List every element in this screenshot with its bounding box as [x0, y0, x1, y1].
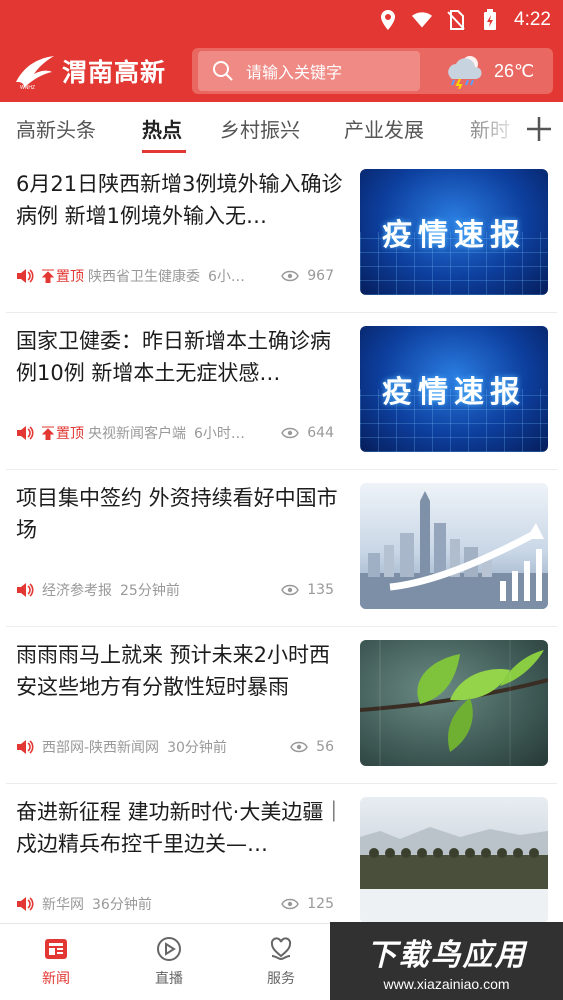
- news-time: 6小时…: [194, 426, 245, 442]
- news-time: 30分钟前: [167, 740, 227, 756]
- view-count-value: 125: [307, 896, 334, 912]
- status-time: 4:22: [514, 9, 551, 30]
- news-meta: 经济参考报 25分钟前 135: [16, 580, 346, 600]
- speaker-icon[interactable]: [16, 896, 34, 912]
- nav-service[interactable]: 服务: [241, 936, 321, 988]
- app-logo[interactable]: WNHZ 渭南高新: [14, 50, 166, 92]
- soldiers-image: [360, 827, 548, 923]
- news-thumbnail[interactable]: 疫情速报: [360, 169, 548, 295]
- thunderstorm-cloud-icon: [448, 56, 482, 89]
- play-circle-icon: [157, 937, 181, 961]
- news-title: 项目集中签约 外资持续看好中国市场: [16, 486, 338, 542]
- tab-headlines[interactable]: 高新头条: [16, 114, 96, 143]
- news-meta: 置顶 央视新闻客户端 6小时… 644: [16, 423, 346, 443]
- status-bar: 4:22: [0, 0, 563, 40]
- svg-text:WNHZ: WNHZ: [20, 85, 35, 90]
- speaker-icon[interactable]: [16, 425, 34, 441]
- news-item[interactable]: 国家卫健委：昨日新增本土确诊病例10例 新增本土无症状感… 置顶 央视新闻客户端…: [6, 313, 557, 470]
- nav-live-label: 直播: [155, 971, 183, 987]
- news-source: 陕西省卫生健康委: [88, 269, 200, 285]
- battery-charging-icon: [484, 9, 497, 30]
- news-time: 36分钟前: [92, 897, 152, 913]
- speaker-icon[interactable]: [16, 268, 34, 284]
- app-header: WNHZ 渭南高新 请输入关键字 26℃: [0, 40, 563, 102]
- eye-icon: [281, 584, 300, 596]
- news-meta: 置顶 陕西省卫生健康委 6小… 967: [16, 266, 346, 286]
- search-icon: [213, 61, 233, 81]
- thumbnail-caption: 疫情速报: [382, 218, 526, 253]
- pinned-label: 置顶: [56, 426, 84, 442]
- search-input[interactable]: 请输入关键字: [198, 51, 420, 91]
- news-source: 经济参考报: [42, 583, 112, 599]
- watermark-title: 下载鸟应用: [366, 938, 527, 973]
- watermark-url: www.xiazainiao.com: [383, 976, 510, 992]
- tab-industry[interactable]: 产业发展: [344, 114, 424, 143]
- view-count-value: 967: [307, 268, 334, 284]
- news-item[interactable]: 奋进新征程 建功新时代·大美边疆｜戍边精兵布控千里边关—… 新华网 36分钟前 …: [6, 784, 557, 941]
- pinned-label: 置顶: [56, 269, 84, 285]
- nav-service-label: 服务: [267, 971, 295, 987]
- eye-icon: [290, 741, 308, 753]
- news-time: 6小…: [208, 269, 245, 285]
- news-item[interactable]: 雨雨雨马上就来 预计未来2小时西安这些地方有分散性短时暴雨 西部网-陕西新闻网 …: [6, 627, 557, 784]
- view-count: 125: [275, 896, 334, 912]
- heart-hand-icon: [270, 937, 292, 961]
- view-count: 967: [275, 268, 334, 284]
- tab-hot[interactable]: 热点: [142, 114, 182, 143]
- news-thumbnail[interactable]: 疫情速报: [360, 326, 548, 452]
- search-placeholder: 请输入关键字: [246, 63, 343, 82]
- logo-bird-icon: WNHZ: [16, 56, 54, 90]
- pin-arrow-icon: [42, 426, 54, 440]
- eye-icon: [281, 427, 300, 439]
- no-sim-icon: [447, 10, 465, 30]
- eye-icon: [281, 270, 300, 282]
- add-tab-icon[interactable]: [524, 114, 554, 144]
- leaf-branch-image: [360, 640, 548, 766]
- tab-fade: [452, 102, 522, 156]
- news-thumbnail[interactable]: [360, 640, 548, 766]
- news-item[interactable]: 6月21日陕西新增3例境外输入确诊病例 新增1例境外输入无… 置顶 陕西省卫生健…: [6, 156, 557, 313]
- active-tab-indicator: [142, 150, 186, 153]
- nav-news[interactable]: 新闻: [16, 936, 96, 988]
- news-thumbnail[interactable]: [360, 797, 548, 923]
- app-name: 渭南高新: [62, 58, 167, 87]
- pinned-badge: 置顶: [42, 423, 84, 443]
- view-count-value: 56: [316, 739, 334, 755]
- location-icon: [381, 10, 396, 30]
- weather-temperature: 26℃: [494, 60, 535, 81]
- nav-live[interactable]: 直播: [129, 936, 209, 988]
- news-time: 25分钟前: [120, 583, 180, 599]
- tab-rural-revitalization[interactable]: 乡村振兴: [220, 114, 300, 143]
- wifi-icon: [412, 12, 433, 28]
- news-title: 6月21日陕西新增3例境外输入确诊病例 新增1例境外输入无…: [16, 172, 343, 228]
- view-count: 56: [284, 739, 334, 755]
- search-bar[interactable]: 请输入关键字 26℃: [192, 48, 553, 94]
- pin-arrow-icon: [42, 269, 54, 283]
- city-skyline-image: [360, 491, 548, 609]
- news-source: 西部网-陕西新闻网: [42, 740, 160, 756]
- news-meta: 新华网 36分钟前 125: [16, 894, 346, 914]
- thumbnail-caption: 疫情速报: [382, 375, 526, 410]
- news-thumbnail[interactable]: [360, 483, 548, 609]
- view-count-value: 135: [307, 582, 334, 598]
- nav-news-label: 新闻: [42, 971, 70, 987]
- news-title: 国家卫健委：昨日新增本土确诊病例10例 新增本土无症状感…: [16, 329, 331, 385]
- news-item[interactable]: 项目集中签约 外资持续看好中国市场 经济参考报 25分钟前 135: [6, 470, 557, 627]
- eye-icon: [281, 898, 300, 910]
- pinned-badge: 置顶: [42, 266, 84, 286]
- news-source: 新华网: [42, 897, 84, 913]
- category-tabs: 高新头条 热点 乡村振兴 产业发展 新时: [0, 102, 563, 156]
- news-title: 雨雨雨马上就来 预计未来2小时西安这些地方有分散性短时暴雨: [16, 643, 331, 699]
- news-source: 央视新闻客户端: [88, 426, 186, 442]
- view-count: 644: [275, 425, 334, 441]
- weather-widget[interactable]: 26℃: [442, 50, 534, 92]
- watermark-overlay: 下载鸟应用 www.xiazainiao.com: [330, 922, 563, 1000]
- speaker-icon[interactable]: [16, 582, 34, 598]
- view-count-value: 644: [307, 425, 334, 441]
- news-meta: 西部网-陕西新闻网 30分钟前 56: [16, 737, 346, 757]
- news-title: 奋进新征程 建功新时代·大美边疆｜戍边精兵布控千里边关—…: [16, 800, 345, 856]
- speaker-icon[interactable]: [16, 739, 34, 755]
- view-count: 135: [275, 582, 334, 598]
- news-icon: [45, 939, 67, 959]
